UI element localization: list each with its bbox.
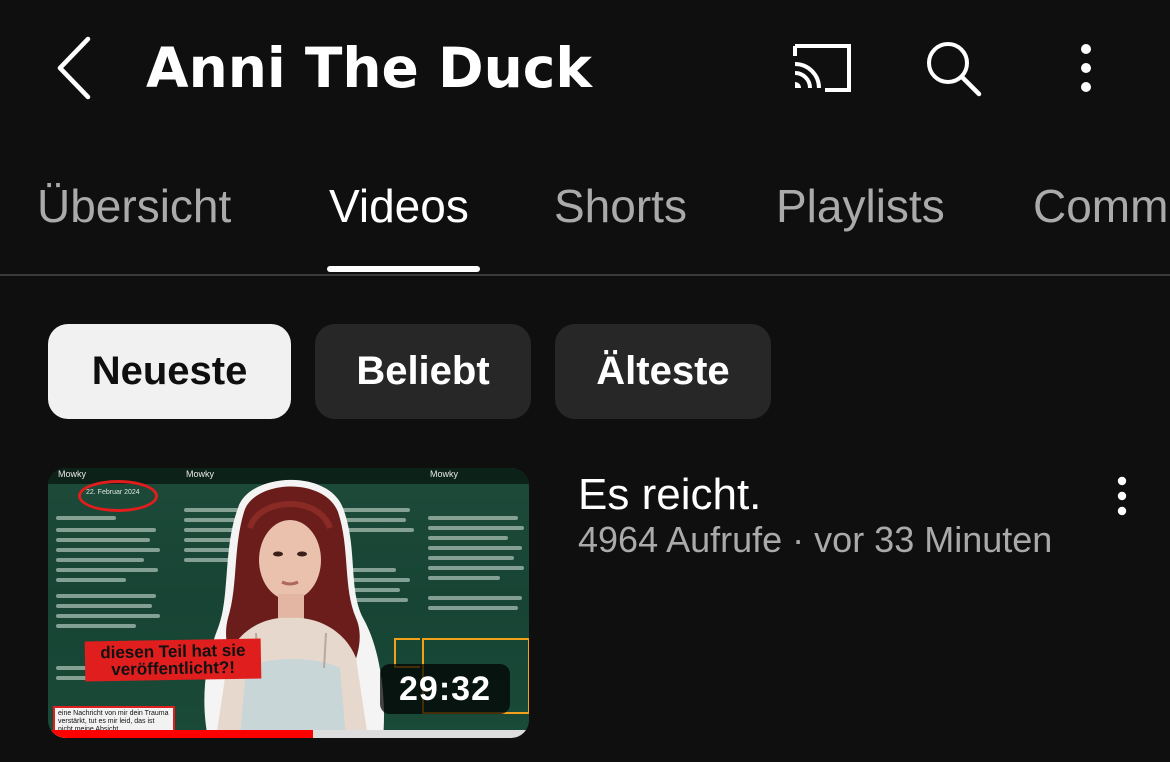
video-views: 4964 Aufrufe — [578, 519, 783, 560]
video-age: vor 33 Minuten — [814, 519, 1053, 560]
video-title[interactable]: Es reicht. — [578, 470, 761, 520]
thumbnail-chat-panel: Mowky 22. Februar 2024 — [48, 468, 178, 738]
cast-icon — [793, 44, 851, 92]
active-tab-indicator — [327, 266, 480, 272]
more-options-button[interactable] — [1050, 34, 1122, 102]
watch-progress-fill — [48, 730, 313, 738]
more-vertical-icon — [1081, 44, 1091, 92]
video-more-button[interactable] — [1100, 468, 1144, 524]
channel-tabs: Übersicht Videos Shorts Playlists Comm — [0, 150, 1170, 276]
cast-button[interactable] — [785, 34, 857, 102]
tab-videos[interactable]: Videos — [329, 178, 469, 234]
video-metadata: 4964 Aufrufe · vor 33 Minuten — [578, 519, 1052, 561]
highlight-circle — [78, 480, 158, 512]
tab-playlists[interactable]: Playlists — [776, 178, 945, 234]
back-button[interactable] — [40, 28, 110, 108]
search-icon — [927, 42, 982, 97]
thumbnail-person-image — [204, 479, 384, 738]
video-thumbnail[interactable]: Mowky 22. Februar 2024 Mowky Mowky diese… — [48, 468, 529, 738]
channel-title: Anni The Duck — [146, 36, 592, 100]
chip-beliebt[interactable]: Beliebt — [315, 324, 531, 419]
more-vertical-icon — [1117, 476, 1127, 516]
chip-neueste[interactable]: Neueste — [48, 324, 291, 419]
chat-header: Mowky — [420, 468, 529, 484]
watch-progress-bar — [48, 730, 529, 738]
chat-contact-name: Mowky — [430, 469, 459, 479]
chat-date-label: 22. Februar 2024 — [86, 489, 140, 496]
meta-separator: · — [782, 519, 815, 560]
tab-uebersicht[interactable]: Übersicht — [37, 178, 231, 234]
thumbnail-caption: diesen Teil hat sie veröffentlicht?! — [84, 638, 262, 682]
back-arrow-icon — [57, 36, 91, 100]
chat-contact-name: Mowky — [58, 469, 87, 479]
top-app-bar: Anni The Duck — [0, 0, 1170, 140]
tab-community[interactable]: Comm — [1033, 178, 1168, 234]
video-duration: 29:32 — [380, 664, 510, 714]
chip-aelteste[interactable]: Älteste — [555, 324, 771, 419]
search-button[interactable] — [917, 34, 989, 102]
tab-shorts[interactable]: Shorts — [554, 178, 687, 234]
